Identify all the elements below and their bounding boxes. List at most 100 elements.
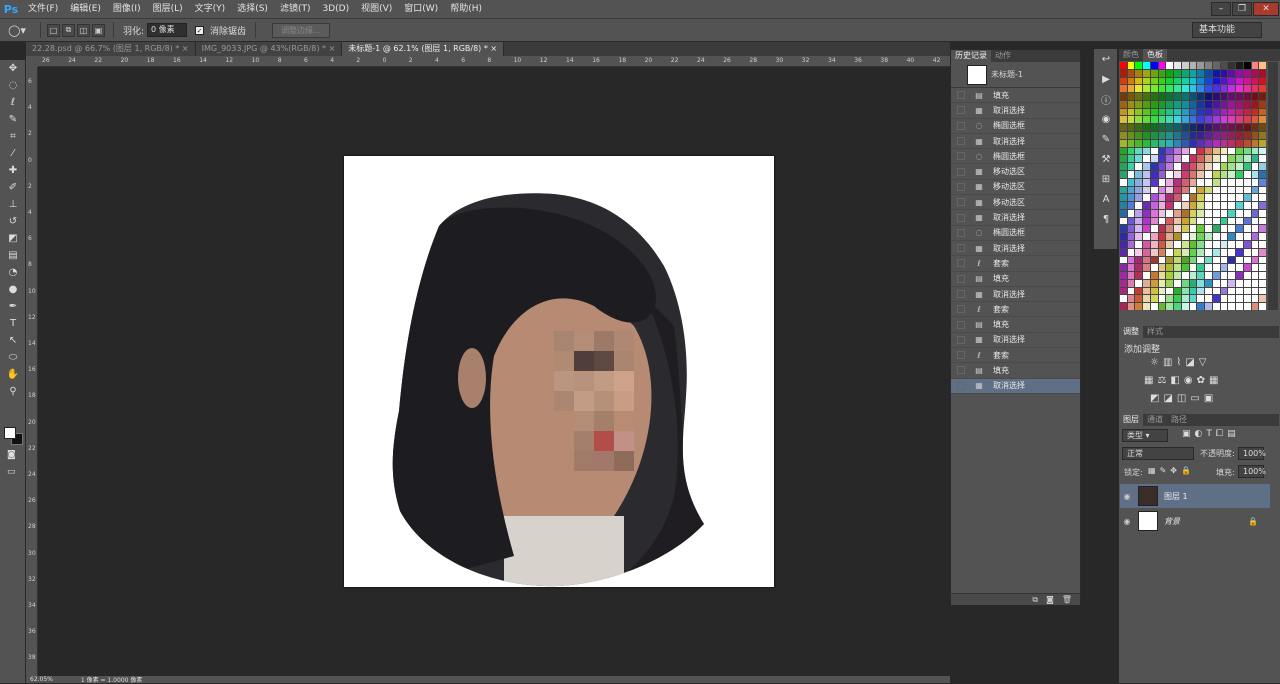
color-swatch[interactable] [1236, 225, 1243, 233]
menu-select[interactable]: 选择(S) [231, 0, 274, 18]
color-swatch[interactable] [1189, 108, 1197, 116]
color-swatch[interactable] [1236, 303, 1243, 310]
history-checkbox[interactable] [957, 381, 965, 390]
color-swatch[interactable] [1236, 100, 1243, 108]
color-swatch[interactable] [1158, 85, 1166, 93]
color-swatch[interactable] [1220, 69, 1228, 77]
color-swatch[interactable] [1251, 279, 1259, 287]
color-swatch[interactable] [1143, 69, 1150, 77]
color-swatch[interactable] [1212, 248, 1220, 256]
color-swatch[interactable] [1189, 163, 1197, 170]
color-swatch[interactable] [1220, 287, 1228, 295]
history-checkbox[interactable] [957, 244, 965, 253]
color-swatch[interactable] [1205, 124, 1212, 132]
history-checkbox[interactable] [957, 213, 965, 222]
color-swatch[interactable] [1197, 202, 1205, 209]
color-swatch[interactable] [1135, 256, 1143, 264]
color-swatch[interactable] [1120, 155, 1127, 163]
color-swatch[interactable] [1174, 303, 1181, 310]
color-swatch[interactable] [1150, 85, 1158, 93]
color-swatch[interactable] [1212, 240, 1220, 248]
color-swatch[interactable] [1220, 155, 1228, 163]
color-swatch[interactable] [1212, 186, 1220, 194]
filter-adjust-icon[interactable]: ◐ [1195, 429, 1203, 439]
color-swatch[interactable] [1220, 295, 1228, 303]
color-swatch[interactable] [1205, 240, 1212, 248]
color-swatch[interactable] [1150, 108, 1158, 116]
color-swatch[interactable] [1251, 272, 1259, 279]
color-swatch[interactable] [1166, 233, 1174, 240]
color-swatch[interactable] [1166, 295, 1174, 303]
history-item[interactable]: ▦ 取消选择 [951, 210, 1080, 226]
color-swatch[interactable] [1181, 186, 1189, 194]
color-swatch[interactable] [1228, 170, 1236, 178]
color-swatch[interactable] [1174, 287, 1181, 295]
stamp-tool-icon[interactable]: ⊥ [0, 196, 26, 213]
color-swatch[interactable] [1228, 217, 1236, 225]
history-item[interactable]: ▦ 移动选区 [951, 180, 1080, 196]
color-swatch[interactable] [1135, 194, 1143, 202]
menu-view[interactable]: 视图(V) [355, 0, 398, 18]
color-swatch[interactable] [1251, 132, 1259, 139]
color-swatch[interactable] [1197, 77, 1205, 85]
color-swatch[interactable] [1135, 178, 1143, 186]
color-swatch[interactable] [1181, 248, 1189, 256]
menu-image[interactable]: 图像(I) [107, 0, 147, 18]
invert-icon[interactable]: ◩ [1150, 393, 1159, 404]
color-swatch[interactable] [1174, 256, 1181, 264]
color-swatch[interactable] [1174, 93, 1181, 100]
color-swatch[interactable] [1236, 116, 1243, 124]
color-swatch[interactable] [1127, 93, 1135, 100]
color-swatch[interactable] [1127, 295, 1135, 303]
color-swatch[interactable] [1174, 272, 1181, 279]
color-swatch[interactable] [1127, 139, 1135, 147]
type-tool-icon[interactable]: T [0, 315, 26, 332]
history-item[interactable]: ▦ 取消选择 [951, 241, 1080, 257]
color-swatch[interactable] [1197, 256, 1205, 264]
color-swatch[interactable] [1135, 170, 1143, 178]
color-swatch[interactable] [1135, 186, 1143, 194]
color-swatch[interactable] [1120, 272, 1127, 279]
color-swatch[interactable] [1135, 62, 1143, 69]
levels-icon[interactable]: ▥ [1163, 357, 1172, 368]
actions-panel-icon[interactable]: ▶ [1094, 69, 1118, 89]
refine-edge-button[interactable]: 调整边缘... [272, 22, 330, 38]
color-swatch[interactable] [1150, 272, 1158, 279]
color-swatch[interactable] [1259, 62, 1266, 69]
color-swatch[interactable] [1205, 77, 1212, 85]
opacity-input[interactable]: 100% [1238, 447, 1266, 460]
color-swatch[interactable] [1158, 272, 1166, 279]
color-swatch[interactable] [1127, 256, 1135, 264]
close-button[interactable]: ✕ [1253, 2, 1279, 16]
color-swatch[interactable] [1174, 155, 1181, 163]
color-swatch[interactable] [1158, 100, 1166, 108]
color-swatch[interactable] [1259, 124, 1266, 132]
hand-tool-icon[interactable]: ✋ [0, 366, 26, 383]
color-swatch[interactable] [1197, 163, 1205, 170]
color-swatch[interactable] [1189, 116, 1197, 124]
history-checkbox[interactable] [957, 320, 965, 329]
color-swatch[interactable] [1135, 85, 1143, 93]
fill-input[interactable]: 100% [1238, 465, 1266, 478]
tab-paths[interactable]: 路径 [1167, 414, 1191, 426]
color-swatch[interactable] [1189, 264, 1197, 272]
color-swatch[interactable] [1143, 217, 1150, 225]
tab-layers[interactable]: 图层 [1119, 414, 1143, 426]
color-swatch[interactable] [1150, 139, 1158, 147]
color-swatch[interactable] [1220, 93, 1228, 100]
color-swatch[interactable] [1243, 264, 1251, 272]
color-swatch[interactable] [1259, 100, 1266, 108]
color-swatch[interactable] [1205, 209, 1212, 217]
color-swatch[interactable] [1236, 287, 1243, 295]
color-swatch[interactable] [1143, 295, 1150, 303]
color-swatch[interactable] [1228, 147, 1236, 155]
color-swatch[interactable] [1166, 287, 1174, 295]
tab-color[interactable]: 颜色 [1119, 49, 1143, 61]
color-swatch[interactable] [1135, 295, 1143, 303]
color-swatch[interactable] [1174, 264, 1181, 272]
color-swatch[interactable] [1243, 303, 1251, 310]
color-swatch[interactable] [1189, 139, 1197, 147]
color-swatch[interactable] [1236, 85, 1243, 93]
color-swatch[interactable] [1158, 217, 1166, 225]
color-swatch[interactable] [1205, 225, 1212, 233]
